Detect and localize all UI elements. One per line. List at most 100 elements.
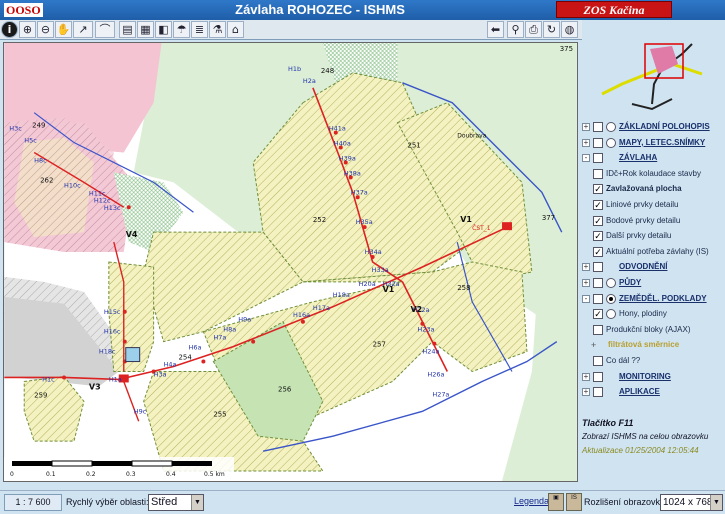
layer-row[interactable]: ✓ Zavlažovaná plocha bbox=[582, 182, 725, 196]
layer-row[interactable]: IDč+Rok kolaudace stavby bbox=[582, 167, 725, 181]
layers-icon[interactable]: ▤ bbox=[119, 21, 136, 38]
layer-row[interactable]: ✓ Další prvky detailu bbox=[582, 229, 725, 243]
layer-radio[interactable] bbox=[606, 122, 616, 132]
layer-checkbox[interactable] bbox=[593, 168, 603, 179]
layer-label: IDč+Rok kolaudace stavby bbox=[606, 168, 701, 178]
svg-text:H2a: H2a bbox=[303, 77, 316, 85]
refresh-icon[interactable]: ↻ bbox=[543, 21, 560, 38]
layer-checkbox[interactable] bbox=[593, 262, 603, 273]
layer-checkbox[interactable] bbox=[593, 122, 603, 132]
layer-checkbox[interactable] bbox=[593, 293, 603, 304]
expand-icon[interactable]: + bbox=[582, 138, 590, 147]
pan-icon[interactable]: ✋ bbox=[55, 21, 72, 38]
layer-row[interactable]: + MAPY, LETEC.SNÍMKY bbox=[582, 136, 725, 150]
expand-icon[interactable]: + bbox=[582, 123, 590, 131]
layer-checkbox[interactable]: ✓ bbox=[593, 231, 603, 242]
layer-checkbox[interactable] bbox=[593, 324, 603, 335]
layer-row[interactable]: ✓ Bodové prvky detailu bbox=[582, 214, 725, 228]
zos-kacina-logo: ZOS Kačina bbox=[556, 1, 672, 18]
zoom-out-icon[interactable]: ⊖ bbox=[37, 21, 54, 38]
layer-checkbox[interactable] bbox=[593, 153, 603, 164]
layer-row[interactable]: ✓ Hony, plodiny bbox=[582, 307, 725, 321]
expand-icon[interactable]: + bbox=[582, 263, 590, 272]
svg-text:H33a: H33a bbox=[372, 266, 389, 274]
back-arrow-icon[interactable]: ⬅ bbox=[487, 21, 504, 38]
printer-icon[interactable]: ⎙ bbox=[525, 21, 542, 38]
print-icon[interactable]: ▦ bbox=[137, 21, 154, 38]
svg-text:V2: V2 bbox=[410, 305, 422, 314]
svg-text:262: 262 bbox=[40, 176, 53, 184]
layer-row[interactable]: - ZEMĚDĚL. PODKLADY bbox=[582, 292, 725, 306]
collapse-icon[interactable]: - bbox=[582, 154, 590, 163]
overview-map[interactable] bbox=[592, 34, 714, 129]
layer-row[interactable]: ✓ Aktuální potřeba závlahy (IS) bbox=[582, 245, 725, 259]
svg-text:H9a: H9a bbox=[238, 316, 251, 324]
scale-display: 1 : 7 600 bbox=[4, 494, 62, 511]
layer-checkbox[interactable]: ✓ bbox=[593, 184, 603, 195]
layer-checkbox[interactable] bbox=[593, 137, 603, 148]
area-select[interactable]: Střed ▼ bbox=[148, 494, 204, 511]
svg-text:H5c: H5c bbox=[24, 137, 37, 145]
layer-radio[interactable] bbox=[606, 278, 616, 288]
report-icon[interactable]: ≣ bbox=[191, 21, 208, 38]
layer-label: ZÁKLADNÍ POLOHOPIS bbox=[619, 122, 710, 131]
binoculars-icon[interactable]: ⚲ bbox=[507, 21, 524, 38]
svg-text:254: 254 bbox=[179, 354, 193, 362]
collapse-icon[interactable]: - bbox=[582, 294, 590, 303]
layer-row[interactable]: + MONITORING bbox=[582, 370, 725, 384]
layer-checkbox[interactable] bbox=[593, 387, 603, 398]
svg-text:375: 375 bbox=[560, 45, 573, 53]
layer-checkbox[interactable] bbox=[593, 278, 603, 288]
layer-row[interactable]: Produkční bloky (AJAX) bbox=[582, 323, 725, 337]
svg-text:377: 377 bbox=[542, 214, 555, 222]
expand-icon[interactable]: + bbox=[582, 279, 590, 287]
svg-text:H13c: H13c bbox=[104, 204, 121, 212]
zoom-in-icon[interactable]: ⊕ bbox=[19, 21, 36, 38]
resolution-select[interactable]: 1024 x 768 ▼ bbox=[660, 494, 723, 511]
layer-checkbox[interactable]: ✓ bbox=[593, 200, 603, 210]
scale-tick: 0.4 bbox=[166, 471, 176, 478]
expand-icon[interactable]: + bbox=[591, 338, 596, 352]
layer-row[interactable]: ✓ Liniové prvky detailu bbox=[582, 198, 725, 212]
layer-row[interactable]: + PŮDY bbox=[582, 276, 725, 290]
layer-label: Zavlažovaná plocha bbox=[606, 184, 682, 194]
layer-row[interactable]: + ODVODNĚNÍ bbox=[582, 260, 725, 274]
layer-label: PŮDY bbox=[619, 278, 642, 287]
layer-checkbox[interactable]: ✓ bbox=[593, 309, 603, 320]
profile-icon[interactable]: ⌒ bbox=[95, 21, 115, 38]
info-icon[interactable]: i bbox=[1, 21, 18, 38]
svg-text:H40a: H40a bbox=[334, 140, 351, 148]
svg-text:H9c: H9c bbox=[134, 407, 147, 415]
expand-icon[interactable]: + bbox=[582, 372, 590, 381]
layer-row[interactable]: + filtrátová směrnice bbox=[582, 338, 725, 352]
flask-icon[interactable]: ⚗ bbox=[209, 21, 226, 38]
layer-row[interactable]: Co dál ?? bbox=[582, 354, 725, 368]
layer-checkbox[interactable] bbox=[593, 371, 603, 382]
expand-icon[interactable]: + bbox=[582, 388, 590, 397]
map-canvas[interactable]: 249 262 251 252 377 258 257 254 256 255 259 375 … bbox=[3, 42, 578, 482]
layer-label: ZÁVLAHA bbox=[619, 153, 658, 163]
layer-checkbox[interactable] bbox=[593, 356, 603, 366]
bookmark-icon[interactable]: ☂ bbox=[173, 21, 190, 38]
svg-text:258: 258 bbox=[457, 284, 470, 292]
legenda-link[interactable]: Legenda bbox=[514, 496, 549, 506]
map-svg[interactable]: 249262251 252 377258 257254256 255259375 … bbox=[4, 43, 577, 481]
layer-radio[interactable] bbox=[606, 293, 616, 304]
legend-book-icon[interactable]: ▣ bbox=[548, 493, 564, 511]
layer-radio[interactable] bbox=[606, 309, 616, 320]
layer-row[interactable]: + APLIKACE bbox=[582, 385, 725, 399]
svg-text:H38a: H38a bbox=[344, 169, 361, 177]
layer-row[interactable]: - ZÁVLAHA bbox=[582, 151, 725, 165]
layer-checkbox[interactable]: ✓ bbox=[593, 215, 603, 226]
layer-radio[interactable] bbox=[606, 137, 616, 148]
svg-text:H15c: H15c bbox=[104, 308, 121, 316]
layer-checkbox[interactable]: ✓ bbox=[593, 246, 603, 257]
ishms-icon[interactable]: IS bbox=[566, 493, 582, 511]
measure-icon[interactable]: ↗ bbox=[73, 21, 93, 38]
legend-icon[interactable]: ◧ bbox=[155, 21, 172, 38]
globe-icon[interactable]: ◍ bbox=[561, 21, 578, 38]
svg-text:V4: V4 bbox=[126, 230, 138, 239]
svg-text:V1: V1 bbox=[383, 285, 395, 294]
layer-row[interactable]: + ZÁKLADNÍ POLOHOPIS bbox=[582, 120, 725, 134]
home-icon[interactable]: ⌂ bbox=[227, 21, 244, 38]
